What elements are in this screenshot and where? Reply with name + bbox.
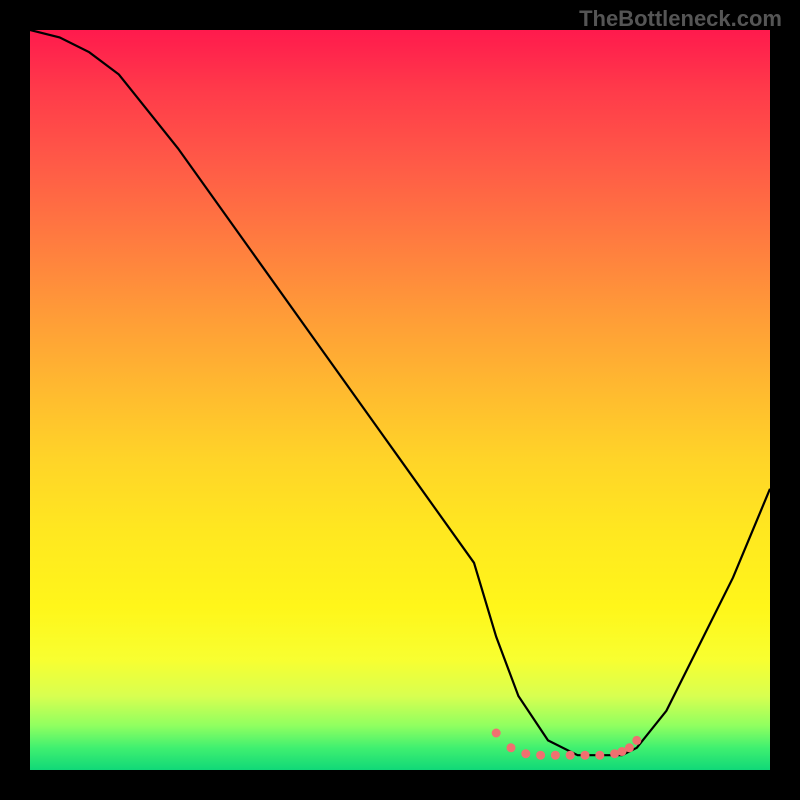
- marker-dot: [492, 729, 501, 738]
- marker-dot: [521, 749, 530, 758]
- marker-dot: [536, 751, 545, 760]
- attribution-text: TheBottleneck.com: [579, 6, 782, 32]
- chart-svg: [30, 30, 770, 770]
- marker-dot: [566, 751, 575, 760]
- marker-dot: [632, 736, 641, 745]
- curve-path: [30, 30, 770, 755]
- marker-dot: [507, 743, 516, 752]
- flat-region-markers: [492, 729, 642, 760]
- marker-dot: [551, 751, 560, 760]
- marker-dot: [595, 751, 604, 760]
- marker-dot: [581, 751, 590, 760]
- marker-dot: [625, 743, 634, 752]
- plot-area: [30, 30, 770, 770]
